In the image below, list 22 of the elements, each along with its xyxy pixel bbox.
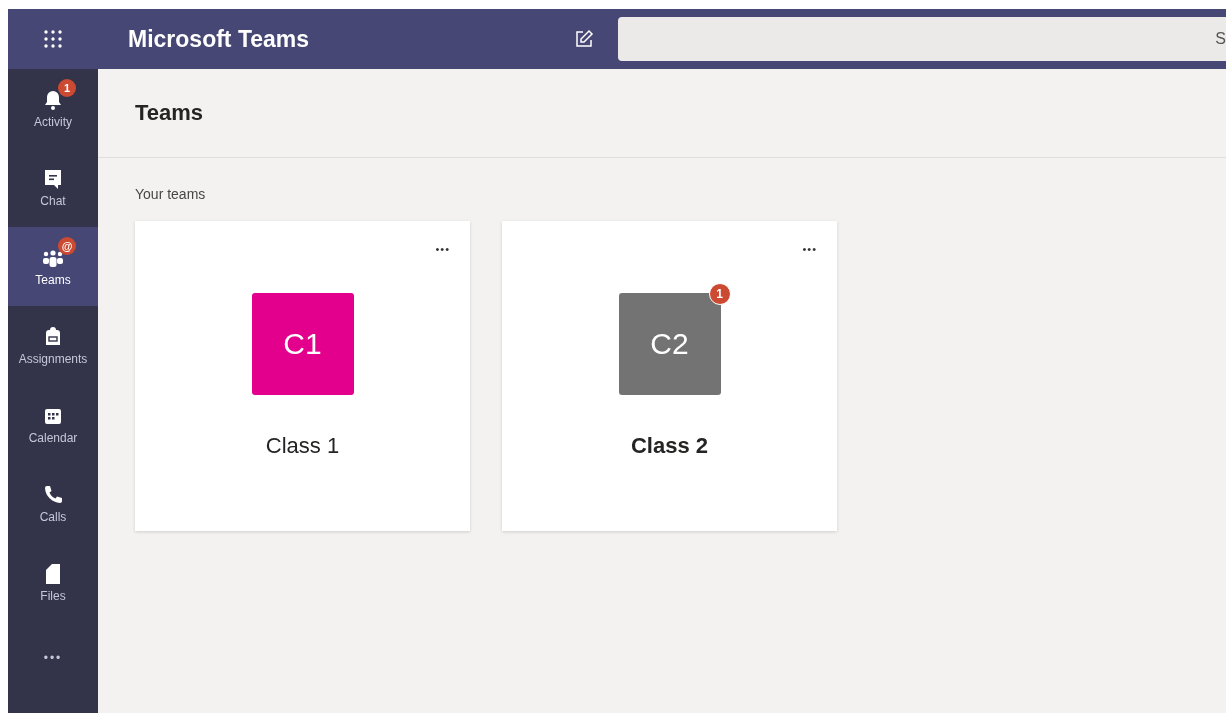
sidebar-item[interactable]: Calendar — [8, 385, 98, 464]
app-title: Microsoft Teams — [128, 25, 311, 53]
sidebar-item[interactable]: Teams @ — [8, 227, 98, 306]
team-name: Class 1 — [265, 433, 340, 459]
more-options-button[interactable]: ••• — [802, 243, 817, 255]
team-card[interactable]: ••• C2 1 Class 2 — [502, 221, 837, 531]
team-name: Class 2 — [630, 433, 709, 459]
sidebar-item[interactable]: Chat — [8, 148, 98, 227]
notification-badge: @ — [58, 237, 76, 255]
notification-badge: 1 — [58, 79, 76, 97]
search-field[interactable]: S — [618, 17, 1226, 61]
sidebar-item[interactable]: Activity 1 — [8, 69, 98, 148]
sidebar-item[interactable]: Assignments — [8, 306, 98, 385]
sidebar-item[interactable]: Calls — [8, 464, 98, 543]
section-label: Your teams — [135, 186, 207, 202]
more-options-button[interactable]: ••• — [435, 243, 450, 255]
team-card[interactable]: ••• C1 Class 1 — [135, 221, 470, 531]
more-button[interactable]: ••• — [8, 622, 98, 694]
page-title: Teams — [135, 100, 204, 126]
sidebar-item[interactable]: Files — [8, 543, 98, 622]
notification-badge: 1 — [708, 283, 731, 305]
team-avatar: C1 — [251, 293, 354, 395]
